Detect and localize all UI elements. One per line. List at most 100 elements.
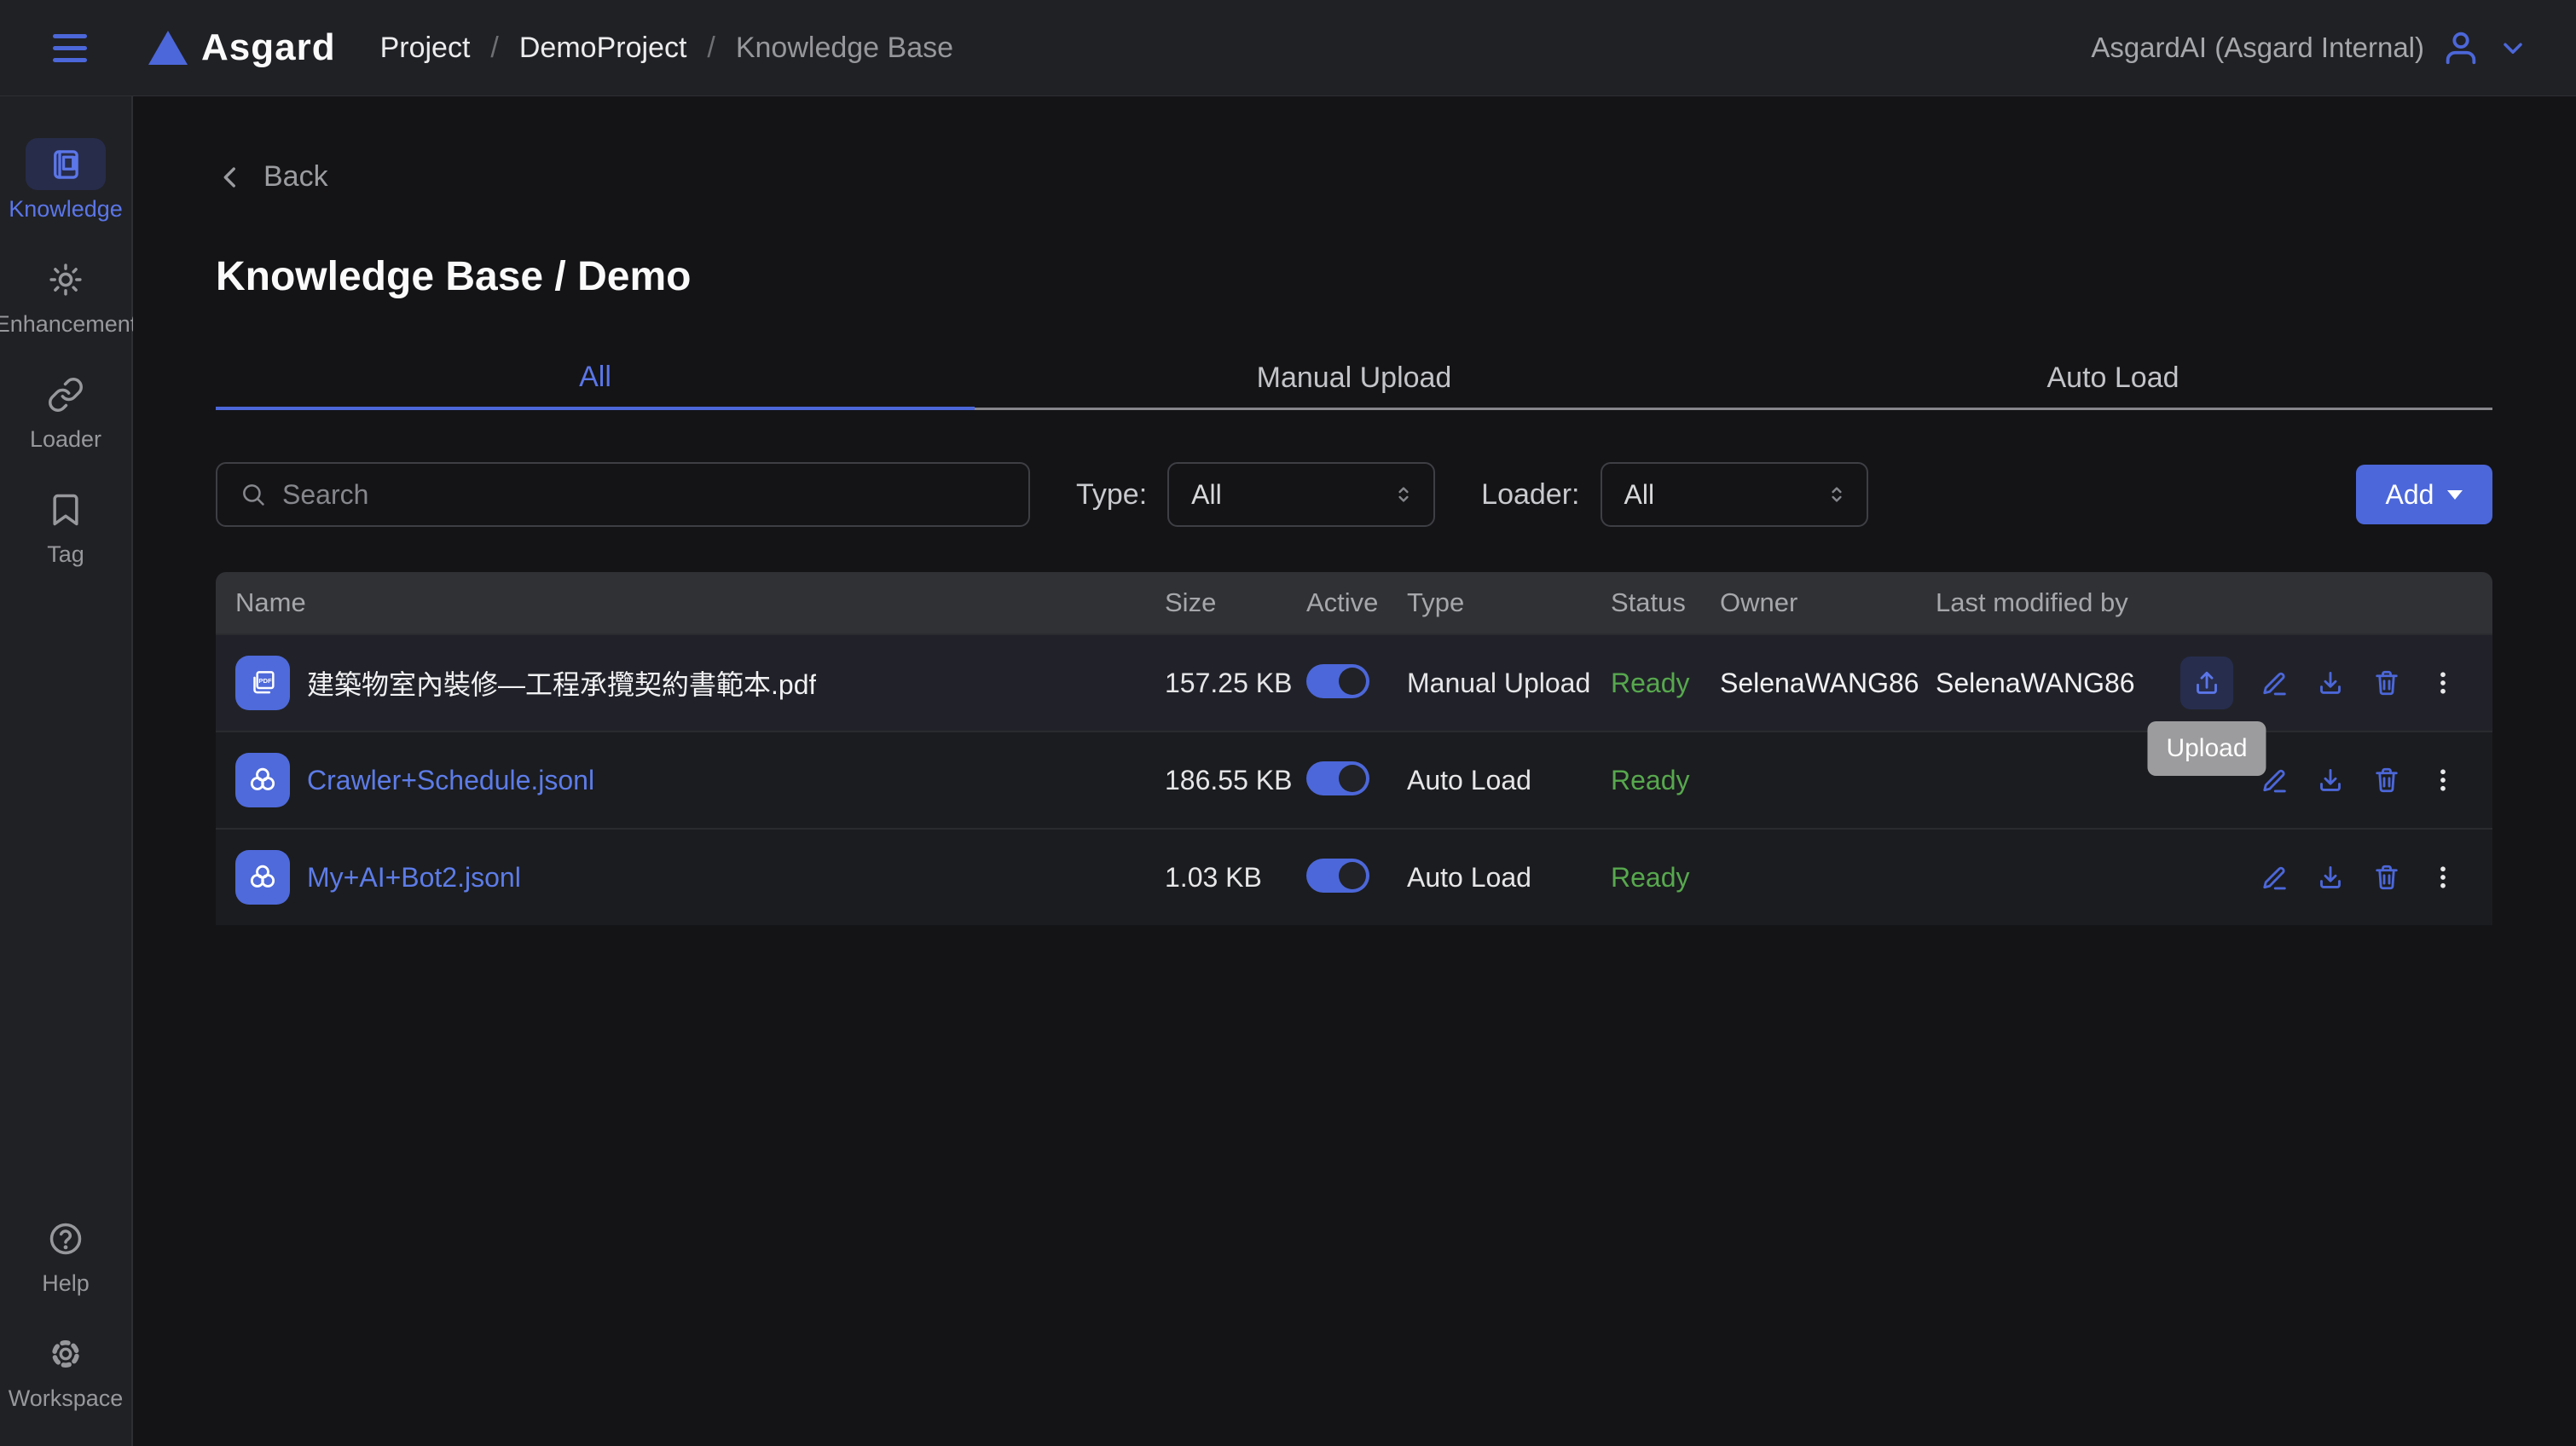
account-label: AsgardAI (Asgard Internal) — [2091, 32, 2424, 64]
sidebar-item-label: Loader — [30, 426, 101, 453]
loader-filter: Loader: All — [1481, 462, 1867, 527]
delete-button[interactable] — [2371, 668, 2402, 698]
sidebar-item-knowledge[interactable]: Knowledge — [0, 138, 131, 223]
account-menu[interactable]: AsgardAI (Asgard Internal) — [2091, 28, 2528, 67]
type-filter: Type: All — [1076, 462, 1435, 527]
select-chevrons-icon — [1391, 482, 1416, 507]
chevron-down-icon[interactable] — [2498, 32, 2528, 63]
sidebar-item-workspace[interactable]: Workspace — [0, 1327, 131, 1412]
edit-icon — [2259, 668, 2289, 698]
search-icon — [240, 481, 267, 508]
file-type: Auto Load — [1407, 765, 1611, 796]
breadcrumb-project[interactable]: Project — [380, 32, 471, 65]
breadcrumb-subproject[interactable]: DemoProject — [519, 32, 687, 65]
file-name-link[interactable]: Crawler+Schedule.jsonl — [307, 765, 594, 796]
edit-button[interactable] — [2259, 668, 2289, 698]
download-button[interactable] — [2315, 862, 2346, 893]
row-actions — [2177, 862, 2492, 893]
table-header: Name Size Active Type Status Owner Last … — [216, 572, 2492, 633]
active-toggle[interactable] — [1306, 859, 1369, 893]
tab-auto-load[interactable]: Auto Load — [1734, 348, 2492, 410]
column-header-name: Name — [216, 587, 1165, 618]
back-button[interactable]: Back — [216, 160, 352, 194]
table-row[interactable]: PDF 建築物室內裝修—工程承攬契約書範本.pdf 157.25 KB Manu… — [216, 633, 2492, 731]
breadcrumb-separator: / — [707, 32, 715, 65]
delete-button[interactable] — [2371, 862, 2402, 893]
jsonl-file-icon — [235, 850, 290, 905]
top-header: Asgard Project / DemoProject / Knowledge… — [0, 0, 2576, 96]
add-button[interactable]: Add — [2356, 465, 2492, 524]
edit-button[interactable] — [2259, 862, 2289, 893]
download-icon — [2315, 862, 2346, 893]
breadcrumb: Project / DemoProject / Knowledge Base — [380, 32, 953, 65]
kebab-menu-icon — [2428, 765, 2458, 795]
kebab-menu-icon — [2428, 668, 2458, 698]
loader-select[interactable]: All — [1601, 462, 1868, 527]
trash-icon — [2371, 862, 2402, 893]
knowledge-table: Name Size Active Type Status Owner Last … — [216, 572, 2492, 925]
sidebar-item-label: Enhancement — [0, 311, 136, 338]
help-circle-icon — [26, 1212, 106, 1264]
upload-button[interactable]: Upload — [2180, 656, 2233, 709]
active-toggle[interactable] — [1306, 761, 1369, 795]
link-icon — [26, 368, 106, 420]
download-icon — [2315, 668, 2346, 698]
status-badge: Ready — [1611, 862, 1720, 894]
file-name: 建築物室內裝修—工程承攬契約書範本.pdf — [307, 663, 816, 703]
file-size: 157.25 KB — [1165, 668, 1306, 699]
loader-filter-label: Loader: — [1481, 478, 1579, 512]
sidebar-item-help[interactable]: Help — [0, 1212, 131, 1297]
sidebar-item-label: Workspace — [9, 1385, 124, 1412]
status-badge: Ready — [1611, 765, 1720, 796]
tab-manual-upload[interactable]: Manual Upload — [975, 348, 1734, 410]
file-name-link[interactable]: My+AI+Bot2.jsonl — [307, 862, 521, 894]
search-input[interactable] — [282, 479, 1006, 511]
add-button-label: Add — [2386, 479, 2434, 511]
status-badge: Ready — [1611, 668, 1720, 699]
owner: SelenaWANG86 — [1720, 668, 1936, 699]
loader-select-value: All — [1624, 479, 1655, 511]
table-row[interactable]: My+AI+Bot2.jsonl 1.03 KB Auto Load Ready — [216, 828, 2492, 925]
file-type: Auto Load — [1407, 862, 1611, 894]
upload-icon — [2191, 668, 2222, 698]
edit-icon — [2259, 862, 2289, 893]
breadcrumb-current: Knowledge Base — [736, 32, 953, 65]
app-logo: Asgard — [148, 26, 336, 69]
delete-button[interactable] — [2371, 765, 2402, 795]
upload-tooltip: Upload — [2147, 721, 2266, 776]
more-button[interactable] — [2428, 668, 2458, 698]
sidebar: Knowledge Enhancement — [0, 96, 133, 1446]
download-button[interactable] — [2315, 765, 2346, 795]
trash-icon — [2371, 765, 2402, 795]
sidebar-nav: Knowledge Enhancement — [0, 138, 131, 599]
main-content: Back Knowledge Base / Demo All Manual Up… — [133, 96, 2576, 1446]
sidebar-item-loader[interactable]: Loader — [0, 368, 131, 453]
gear-icon — [26, 1327, 106, 1379]
column-header-active: Active — [1306, 587, 1407, 618]
row-actions: Upload — [2177, 656, 2492, 709]
column-header-size: Size — [1165, 587, 1306, 618]
app-window: Asgard Project / DemoProject / Knowledge… — [0, 0, 2576, 1446]
jsonl-file-icon — [235, 753, 290, 807]
download-button[interactable] — [2315, 668, 2346, 698]
svg-text:PDF: PDF — [258, 677, 272, 685]
menu-icon[interactable] — [48, 29, 92, 67]
active-toggle[interactable] — [1306, 664, 1369, 698]
file-size: 1.03 KB — [1165, 862, 1306, 894]
user-icon[interactable] — [2441, 28, 2480, 67]
type-select[interactable]: All — [1167, 462, 1435, 527]
back-label: Back — [263, 160, 328, 194]
more-button[interactable] — [2428, 862, 2458, 893]
bookmark-icon — [26, 483, 106, 535]
pdf-file-icon: PDF — [235, 656, 290, 710]
select-chevrons-icon — [1824, 482, 1850, 507]
more-button[interactable] — [2428, 765, 2458, 795]
sidebar-item-tag[interactable]: Tag — [0, 483, 131, 568]
sidebar-item-label: Tag — [47, 541, 84, 568]
search-box[interactable] — [216, 462, 1030, 527]
sidebar-item-enhancement[interactable]: Enhancement — [0, 253, 131, 338]
column-header-status: Status — [1611, 587, 1720, 618]
kebab-menu-icon — [2428, 862, 2458, 893]
download-icon — [2315, 765, 2346, 795]
tab-all[interactable]: All — [216, 348, 975, 410]
